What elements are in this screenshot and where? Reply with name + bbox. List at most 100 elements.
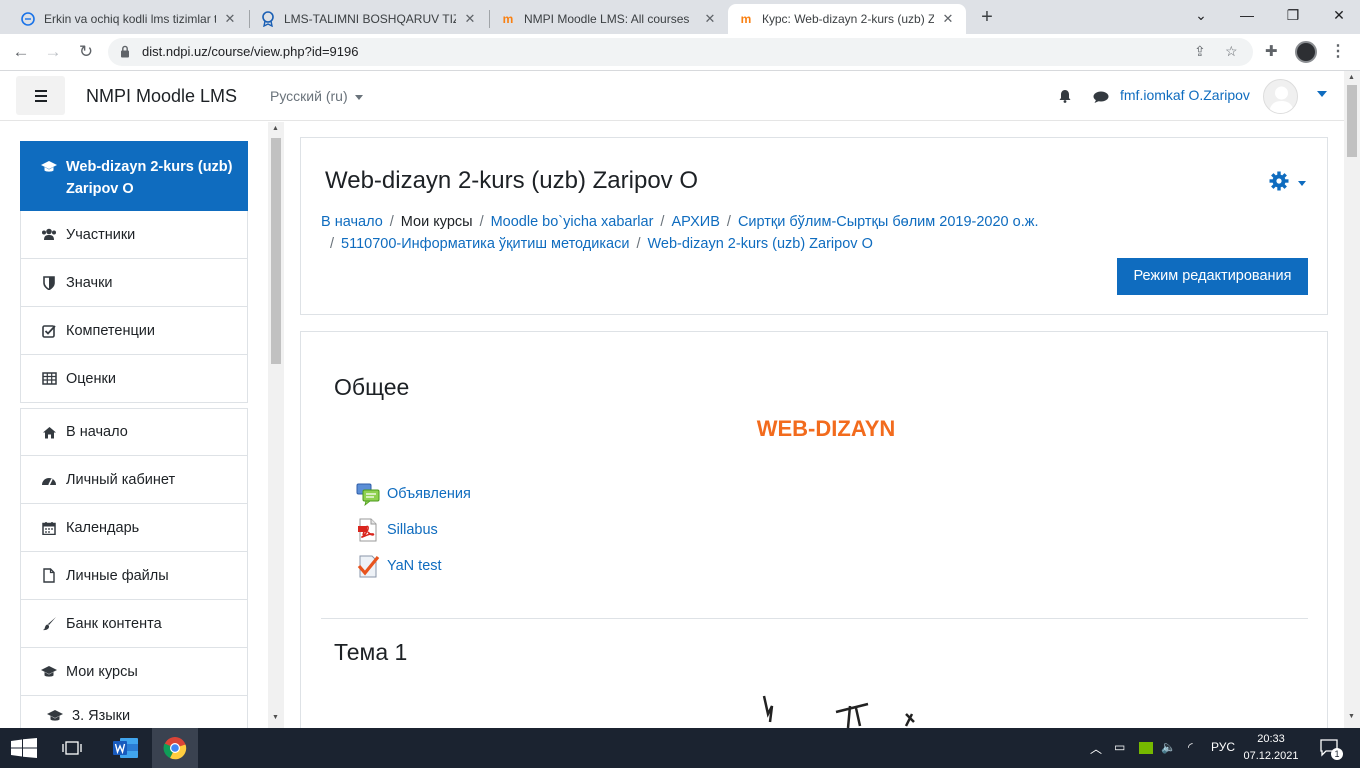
table-icon bbox=[41, 371, 57, 387]
extensions-puzzle-icon[interactable]: ✚ bbox=[1265, 42, 1278, 60]
breadcrumb-item[interactable]: Moodle bo`yicha xabarlar bbox=[491, 214, 654, 230]
maximize-icon[interactable]: ❐ bbox=[1270, 0, 1316, 30]
close-icon[interactable]: ✕ bbox=[940, 11, 956, 27]
nvidia-icon[interactable] bbox=[1139, 742, 1153, 754]
site-name-link[interactable]: NMPI Moodle LMS bbox=[86, 86, 237, 107]
drawer-item-grades[interactable]: Оценки bbox=[20, 355, 248, 403]
notification-center-icon[interactable]: 1 bbox=[1312, 728, 1348, 768]
drawer-item-badges[interactable]: Значки bbox=[20, 259, 248, 307]
browser-tab-strip: Erkin va ochiq kodli lms tizimlar t ✕ LM… bbox=[0, 0, 1360, 34]
chevron-up-icon[interactable]: ︿ bbox=[1090, 740, 1102, 757]
course-content-card: Общее WEB-DIZAYN Объявления Sillabus YaN… bbox=[300, 331, 1328, 751]
breadcrumb-separator: / bbox=[726, 214, 731, 230]
close-icon[interactable]: ✕ bbox=[462, 11, 478, 27]
clock-date: 07.12.2021 bbox=[1243, 750, 1299, 762]
hamburger-line bbox=[35, 95, 47, 97]
drawer-item-label: Календарь bbox=[66, 519, 140, 536]
breadcrumb-item[interactable]: 5110700-Информатика ўқитиш методикаси bbox=[341, 236, 629, 252]
drawer-course-item[interactable]: Web-dizayn 2-kurs (uzb) Zaripov O bbox=[20, 141, 248, 211]
battery-icon[interactable]: ▭ bbox=[1114, 740, 1125, 754]
breadcrumb-item[interactable]: Сиртқи бўлим-Сыртқы бөлим 2019-2020 о.ж. bbox=[738, 214, 1039, 230]
chat-icon[interactable] bbox=[1093, 91, 1109, 103]
tab-search-icon[interactable]: ⌄ bbox=[1178, 0, 1224, 30]
breadcrumb-separator: / bbox=[330, 236, 335, 252]
address-bar[interactable]: dist.ndpi.uz/course/view.php?id=9196 ⇪ ☆ bbox=[108, 38, 1253, 66]
share-icon[interactable]: ⇪ bbox=[1194, 43, 1206, 60]
back-icon[interactable]: ← bbox=[10, 41, 32, 63]
activity-resource[interactable]: Sillabus bbox=[356, 518, 438, 542]
forward-icon[interactable]: → bbox=[42, 41, 64, 63]
section-title: Тема 1 bbox=[334, 639, 408, 665]
breadcrumb-item[interactable]: В начало bbox=[321, 214, 383, 230]
browser-tab-1[interactable]: Erkin va ochiq kodli lms tizimlar t ✕ bbox=[10, 4, 248, 34]
breadcrumb-item[interactable]: АРХИВ bbox=[671, 214, 719, 230]
users-icon bbox=[41, 227, 57, 243]
scroll-down-arrow-icon[interactable]: ▼ bbox=[1348, 713, 1355, 720]
drawer-item-participants[interactable]: Участники bbox=[20, 211, 248, 259]
tab-title: Erkin va ochiq kodli lms tizimlar t bbox=[44, 12, 216, 26]
close-icon[interactable]: ✕ bbox=[702, 11, 718, 27]
activity-quiz[interactable]: YaN test bbox=[356, 554, 442, 578]
user-name[interactable]: fmf.iomkaf O.Zaripov bbox=[1120, 87, 1250, 103]
browser-menu-icon[interactable]: ⋮ bbox=[1330, 41, 1346, 61]
drawer-item-calendar[interactable]: Календарь bbox=[20, 504, 248, 552]
drawer-item-private-files[interactable]: Личные файлы bbox=[20, 552, 248, 600]
bookmark-star-icon[interactable]: ☆ bbox=[1225, 43, 1238, 60]
drawer-item-label: Компетенции bbox=[66, 322, 155, 339]
breadcrumb-separator: / bbox=[636, 236, 641, 252]
browser-tab-2[interactable]: LMS-TALIMNI BOSHQARUV TIZIM ✕ bbox=[250, 4, 488, 34]
calendar-icon bbox=[41, 520, 57, 536]
gear-icon[interactable] bbox=[1269, 171, 1289, 191]
drawer-item-dashboard[interactable]: Личный кабинет bbox=[20, 456, 248, 504]
speaker-icon[interactable]: 🔈 bbox=[1161, 740, 1176, 754]
browser-tab-3[interactable]: m NMPI Moodle LMS: All courses ✕ bbox=[490, 4, 728, 34]
chrome-app-icon[interactable] bbox=[152, 728, 198, 768]
drawer-scrollbar[interactable]: ▲ ▼ bbox=[268, 122, 284, 728]
user-menu-caret-icon[interactable] bbox=[1317, 91, 1327, 97]
windows-taskbar: ︿ ▭ 🔈 ◜ РУС 20:33 07.12.2021 1 bbox=[0, 728, 1360, 768]
scroll-up-arrow-icon[interactable]: ▲ bbox=[1348, 74, 1355, 81]
language-menu[interactable]: Русский (ru) bbox=[270, 88, 363, 104]
activity-label: Sillabus bbox=[387, 522, 438, 538]
drawer-item-content-bank[interactable]: Банк контента bbox=[20, 600, 248, 648]
scroll-down-arrow-icon[interactable]: ▼ bbox=[272, 714, 279, 721]
scrollbar-thumb[interactable] bbox=[271, 138, 281, 364]
checkbox-icon bbox=[41, 323, 57, 339]
clock-time: 20:33 bbox=[1257, 733, 1285, 745]
window-close-icon[interactable]: ✕ bbox=[1316, 0, 1360, 30]
user-avatar[interactable] bbox=[1263, 79, 1298, 114]
word-app-icon[interactable] bbox=[104, 728, 148, 768]
minimize-icon[interactable]: — bbox=[1224, 0, 1270, 30]
reload-icon[interactable]: ↻ bbox=[75, 41, 97, 63]
scroll-up-arrow-icon[interactable]: ▲ bbox=[272, 125, 279, 132]
breadcrumb-item: Мои курсы bbox=[400, 214, 473, 230]
wifi-icon[interactable]: ◜ bbox=[1188, 740, 1193, 754]
system-clock[interactable]: 20:33 07.12.2021 bbox=[1243, 731, 1299, 765]
activity-forum[interactable]: Объявления bbox=[356, 482, 471, 506]
edit-mode-button[interactable]: Режим редактирования bbox=[1117, 258, 1308, 295]
new-tab-icon[interactable]: + bbox=[976, 6, 998, 28]
breadcrumb-separator: / bbox=[479, 214, 484, 230]
drawer-item-my-courses[interactable]: Мои курсы bbox=[20, 648, 248, 696]
drawer-item-label: Личные файлы bbox=[66, 567, 169, 584]
windows-start-icon[interactable] bbox=[0, 728, 48, 768]
hamburger-menu-button[interactable] bbox=[16, 76, 65, 115]
scrollbar-thumb[interactable] bbox=[1347, 85, 1357, 157]
browser-tab-active[interactable]: m Курс: Web-dizayn 2-kurs (uzb) Za ✕ bbox=[728, 4, 966, 34]
drawer-item-label: Участники bbox=[66, 226, 136, 243]
input-language[interactable]: РУС bbox=[1211, 740, 1235, 754]
graduation-cap-icon bbox=[41, 159, 57, 175]
drawer-item-competencies[interactable]: Компетенции bbox=[20, 307, 248, 355]
breadcrumb-item[interactable]: Web-dizayn 2-kurs (uzb) Zaripov O bbox=[647, 236, 872, 252]
lock-icon[interactable] bbox=[120, 45, 130, 58]
chevron-down-icon[interactable] bbox=[1298, 181, 1306, 186]
profile-avatar-icon[interactable] bbox=[1295, 41, 1317, 63]
drawer-item-home[interactable]: В начало bbox=[20, 408, 248, 456]
task-view-icon[interactable] bbox=[52, 728, 92, 768]
page-scrollbar[interactable]: ▲ ▼ bbox=[1344, 71, 1360, 728]
close-icon[interactable]: ✕ bbox=[222, 11, 238, 27]
page-title: Web-dizayn 2-kurs (uzb) Zaripov O bbox=[325, 167, 699, 194]
drawer-item-label: 3. Языки bbox=[72, 707, 131, 724]
tab-title: NMPI Moodle LMS: All courses bbox=[524, 12, 690, 26]
bell-icon[interactable] bbox=[1058, 89, 1072, 103]
